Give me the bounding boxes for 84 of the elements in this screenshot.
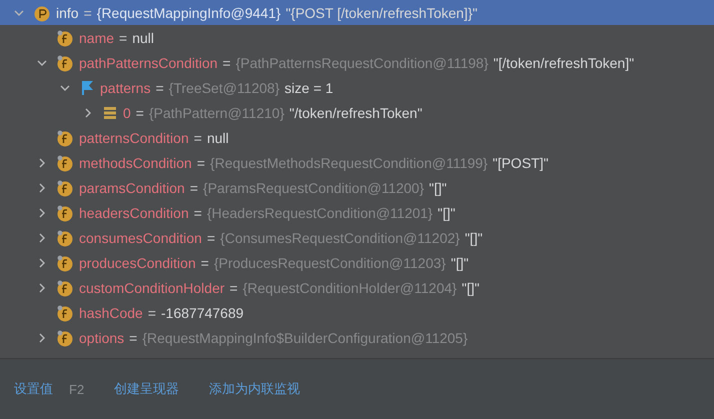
equals-sign: = [230,280,238,296]
variable-name: name [79,30,114,46]
variable-type: {HeadersRequestCondition@11201} [206,204,433,220]
variable-row[interactable]: producesCondition = {ProducesRequestCondition@11203} "[]" [0,250,714,275]
variable-name: options [79,330,124,346]
variable-name: paramsCondition [79,180,185,196]
field-icon [56,328,74,346]
variable-type: {TreeSet@11208} [168,80,280,96]
variable-row[interactable]: patternsCondition = null [0,125,714,150]
equals-sign: = [206,230,216,246]
variable-value: size = 1 [284,80,334,96]
variable-name: patternsCondition [79,130,189,146]
field-icon [56,28,74,46]
variable-row[interactable]: 0 = {PathPattern@11210} "/token/refreshToken" [0,100,714,125]
variable-row[interactable]: patterns = {TreeSet@11208} size = 1 [0,75,714,100]
variable-value: null [206,130,229,146]
variable-row[interactable]: name = null [0,25,714,50]
variable-row[interactable]: pathPatternsCondition = {PathPatternsRequestCondition@11198} "[/token/refreshToken]" [0,50,714,75]
variable-name: headersCondition [79,204,189,220]
variable-value: "[/token/refreshToken]" [493,54,634,70]
variable-name: info [56,4,79,20]
variable-row[interactable]: info = {RequestMappingInfo@9441} "{POST [/token/refreshToken]}" [0,0,714,25]
variable-type: {ConsumesRequestCondition@11202} [220,230,460,246]
variable-row[interactable]: customConditionHolder = {RequestConditionHolder@11204} "[]" [0,275,714,300]
variable-type: {ParamsRequestCondition@11200} [203,180,424,196]
variable-name: 0 [123,104,131,120]
variable-value: "[]" [438,204,456,220]
list-icon [102,104,118,120]
variable-value: "[]" [462,280,480,296]
equals-sign: = [194,204,202,220]
equals-sign: = [84,4,92,20]
variable-type: {ProducesRequestCondition@11203} [214,254,446,270]
variable-type: {PathPattern@11210} [148,104,284,120]
equals-sign: = [119,30,128,46]
equals-sign: = [148,304,156,320]
equals-sign: = [222,54,231,70]
equals-sign: = [194,130,202,146]
field-icon [56,204,74,222]
variable-row[interactable]: consumesCondition = {ConsumesRequestCondition@11202} "[]" [0,225,714,250]
equals-sign: = [196,154,206,170]
action-link[interactable]: 设置值 [14,380,53,398]
variable-value: "/token/refreshToken" [289,104,422,120]
variable-name: consumesCondition [79,230,202,246]
equals-sign: = [129,330,138,346]
variable-name: patterns [100,80,151,96]
property-icon [33,4,51,22]
field-icon [56,254,74,272]
variable-type: {PathPatternsRequestCondition@11198} [236,54,488,70]
action-link[interactable]: 创建呈现器 [114,380,180,398]
equals-sign: = [136,104,144,120]
equals-sign: = [156,80,164,96]
field-icon [56,278,74,296]
variable-row[interactable]: methodsCondition = {RequestMethodsRequestCondition@11199} "[POST]" [0,150,714,175]
variable-row[interactable]: hashCode = -1687747689 [0,300,714,325]
shortcut-text: F2 [69,382,84,396]
variable-row[interactable]: paramsCondition = {ParamsRequestCondition@11200} "[]" [0,175,714,200]
variable-value: "[]" [450,254,469,270]
variable-type: {RequestMappingInfo@9441} [96,4,281,20]
equals-sign: = [190,180,198,196]
variable-name: pathPatternsCondition [79,54,218,70]
variable-value: null [132,30,154,46]
variable-value: "{POST [/token/refreshToken]}" [286,4,478,20]
field-icon [56,304,74,322]
variable-type: {RequestConditionHolder@11204} [242,280,457,296]
field-icon [56,228,74,246]
variable-type: {RequestMethodsRequestCondition@11199} [210,154,488,170]
flag-icon [79,80,95,96]
equals-sign: = [200,254,209,270]
field-icon [56,178,74,196]
variable-value: "[]" [429,180,447,196]
field-icon [56,54,74,72]
field-icon [56,154,74,172]
variable-name: hashCode [79,304,143,320]
variable-type: {RequestMappingInfo$BuilderConfiguration@11205} [142,330,468,346]
variable-name: methodsCondition [79,154,192,170]
variable-row[interactable]: headersCondition = {HeadersRequestCondition@11201} "[]" [0,200,714,225]
field-icon [56,128,74,146]
variable-row[interactable]: options = {RequestMappingInfo$BuilderConfiguration@11205} [0,325,714,350]
action-link[interactable]: 添加为内联监视 [209,380,300,398]
variable-name: producesCondition [79,254,196,270]
variable-name: customConditionHolder [79,280,225,296]
variable-value: "[]" [464,230,483,246]
variable-value: -1687747689 [161,304,244,320]
variable-value: "[POST]" [492,154,548,170]
